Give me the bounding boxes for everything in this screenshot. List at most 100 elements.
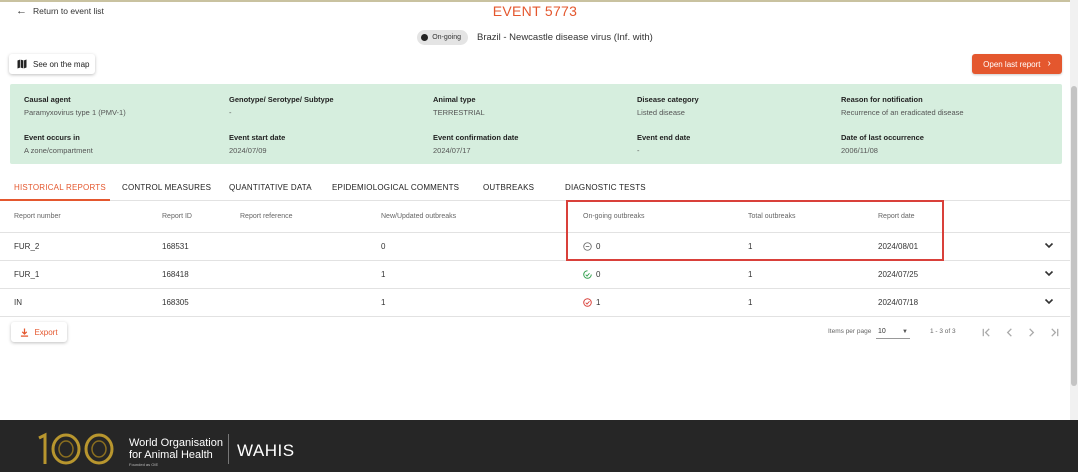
report-id-cell: 168418 <box>162 270 189 279</box>
chevron-down-icon[interactable] <box>1043 267 1055 279</box>
event-occurs-in-field: Event occurs in A zone/compartment <box>24 133 214 155</box>
col-report-reference: Report reference <box>240 213 293 220</box>
reason-value: Recurrence of an eradicated disease <box>841 108 964 117</box>
see-on-map-button[interactable]: See on the map <box>9 54 95 74</box>
report-id-cell: 168531 <box>162 242 189 251</box>
organisation-name-line2: for Animal Health <box>129 449 213 461</box>
event-occurs-in-label: Event occurs in <box>24 133 80 142</box>
resolving-circle-icon <box>583 270 592 279</box>
wahis-brand: WAHIS <box>237 441 295 460</box>
report-date-cell: 2024/07/25 <box>878 270 919 279</box>
chevron-right-icon <box>1028 327 1034 337</box>
export-button[interactable]: Export <box>11 322 67 342</box>
reason-for-notification-field: Reason for notification Recurrence of an… <box>841 95 1031 117</box>
col-ongoing-outbreaks: On-going outbreaks <box>583 213 645 220</box>
animal-type-value: TERRESTRIAL <box>433 108 485 117</box>
ongoing-outbreaks-cell: 1 <box>583 298 600 307</box>
ongoing-outbreaks-cell: 0 <box>583 270 600 279</box>
first-page-icon <box>982 327 990 337</box>
event-start-date-value: 2024/07/09 <box>229 146 267 155</box>
report-tabs: HISTORICAL REPORTS CONTROL MEASURES QUAN… <box>0 180 1070 201</box>
total-outbreaks-cell: 1 <box>748 270 753 279</box>
items-per-page-label: Items per page <box>828 328 872 335</box>
last-page-icon <box>1050 327 1058 337</box>
end-date-label: Event end date <box>637 133 691 142</box>
chevron-left-icon <box>1006 327 1012 337</box>
animal-type-field: Animal type TERRESTRIAL <box>433 95 623 117</box>
active-circle-icon <box>583 298 592 307</box>
animal-type-label: Animal type <box>433 95 476 104</box>
caret-down-icon: ▼ <box>902 328 908 335</box>
status-dot-icon <box>421 34 429 41</box>
next-page-button[interactable] <box>1024 325 1038 339</box>
footer: World Organisation for Animal Health Fou… <box>0 420 1078 472</box>
last-occurrence-label: Date of last occurrence <box>841 133 924 142</box>
report-date-cell: 2024/07/18 <box>878 298 919 307</box>
disease-category-field: Disease category Listed disease <box>637 95 827 117</box>
col-report-id: Report ID <box>162 213 192 220</box>
scrollbar-thumb[interactable] <box>1071 86 1077 386</box>
table-row[interactable]: FUR_1 168418 1 0 1 2024/07/25 <box>0 261 1070 289</box>
tab-control-measures[interactable]: CONTROL MEASURES <box>122 183 211 192</box>
reason-label: Reason for notification <box>841 95 923 104</box>
first-page-button[interactable] <box>979 325 993 339</box>
confirmation-date-label: Event confirmation date <box>433 133 519 142</box>
last-occurrence-value: 2006/11/08 <box>841 146 878 155</box>
last-page-button[interactable] <box>1047 325 1061 339</box>
tab-diagnostic-tests[interactable]: DIAGNOSTIC TESTS <box>565 183 646 192</box>
event-confirmation-date-field: Event confirmation date 2024/07/17 <box>433 133 623 155</box>
neutral-circle-icon <box>583 242 592 251</box>
page-scrollbar[interactable] <box>1070 0 1078 420</box>
event-disease-name: Brazil - Newcastle disease virus (Inf. w… <box>476 32 653 43</box>
see-on-map-label: See on the map <box>33 59 90 69</box>
table-row[interactable]: FUR_2 168531 0 0 1 2024/08/01 <box>0 233 1070 261</box>
pagination-range: 1 - 3 of 3 <box>930 328 956 335</box>
top-accent-line <box>0 0 1078 2</box>
new-outbreaks-cell: 1 <box>381 298 386 307</box>
event-start-date-field: Event start date 2024/07/09 <box>229 133 419 155</box>
total-outbreaks-cell: 1 <box>748 298 753 307</box>
genotype-value: - <box>229 108 232 117</box>
footer-divider <box>228 434 229 464</box>
items-per-page-select[interactable]: 10 ▼ <box>876 325 910 339</box>
event-info-panel: Causal agent Paramyxovirus type 1 (PMV-1… <box>10 84 1062 164</box>
chevron-down-icon[interactable] <box>1043 239 1055 251</box>
woah-100-logo-icon <box>38 432 114 465</box>
open-last-report-label: Open last report <box>983 59 1041 69</box>
report-number-cell: IN <box>14 298 22 307</box>
tab-outbreaks[interactable]: OUTBREAKS <box>483 183 534 192</box>
genotype-label: Genotype/ Serotype/ Subtype <box>229 95 334 104</box>
download-icon <box>21 327 29 337</box>
organisation-name-line1: World Organisation <box>129 437 223 449</box>
tab-quantitative-data[interactable]: QUANTITATIVE DATA <box>229 183 312 192</box>
ongoing-outbreaks-value: 1 <box>596 298 601 307</box>
map-icon <box>17 59 27 69</box>
organisation-name: World Organisation for Animal Health <box>129 437 223 461</box>
organisation-founded-note: Founded as OIE <box>129 462 159 467</box>
chevron-down-icon[interactable] <box>1043 295 1055 307</box>
ongoing-outbreaks-value: 0 <box>596 270 601 279</box>
col-total-outbreaks: Total outbreaks <box>748 213 796 220</box>
chevron-right-icon: › <box>1047 58 1051 69</box>
active-tab-indicator <box>0 199 110 201</box>
tab-epidemiological-comments[interactable]: EPIDEMIOLOGICAL COMMENTS <box>332 183 459 192</box>
last-occurrence-field: Date of last occurrence 2006/11/08 <box>841 133 1031 155</box>
col-new-outbreaks: New/Updated outbreaks <box>381 213 457 220</box>
ongoing-outbreaks-value: 0 <box>596 242 601 251</box>
items-per-page-value: 10 <box>878 328 886 335</box>
confirmation-date-value: 2024/07/17 <box>433 146 471 155</box>
event-subtitle: On-going Brazil - Newcastle disease viru… <box>0 30 1070 45</box>
col-report-number: Report number <box>14 213 61 220</box>
total-outbreaks-cell: 1 <box>748 242 753 251</box>
causal-agent-field: Causal agent Paramyxovirus type 1 (PMV-1… <box>24 95 214 117</box>
causal-agent-value: Paramyxovirus type 1 (PMV-1) <box>24 108 126 117</box>
open-last-report-button[interactable]: Open last report › <box>972 54 1062 74</box>
tab-historical-reports[interactable]: HISTORICAL REPORTS <box>14 183 106 192</box>
status-chip: On-going <box>417 30 468 45</box>
status-chip-label: On-going <box>432 34 461 41</box>
event-end-date-field: Event end date - <box>637 133 827 155</box>
disease-category-label: Disease category <box>637 95 699 104</box>
previous-page-button[interactable] <box>1002 325 1016 339</box>
event-title: EVENT 5773 <box>492 3 578 19</box>
table-row[interactable]: IN 168305 1 1 1 2024/07/18 <box>0 289 1070 317</box>
